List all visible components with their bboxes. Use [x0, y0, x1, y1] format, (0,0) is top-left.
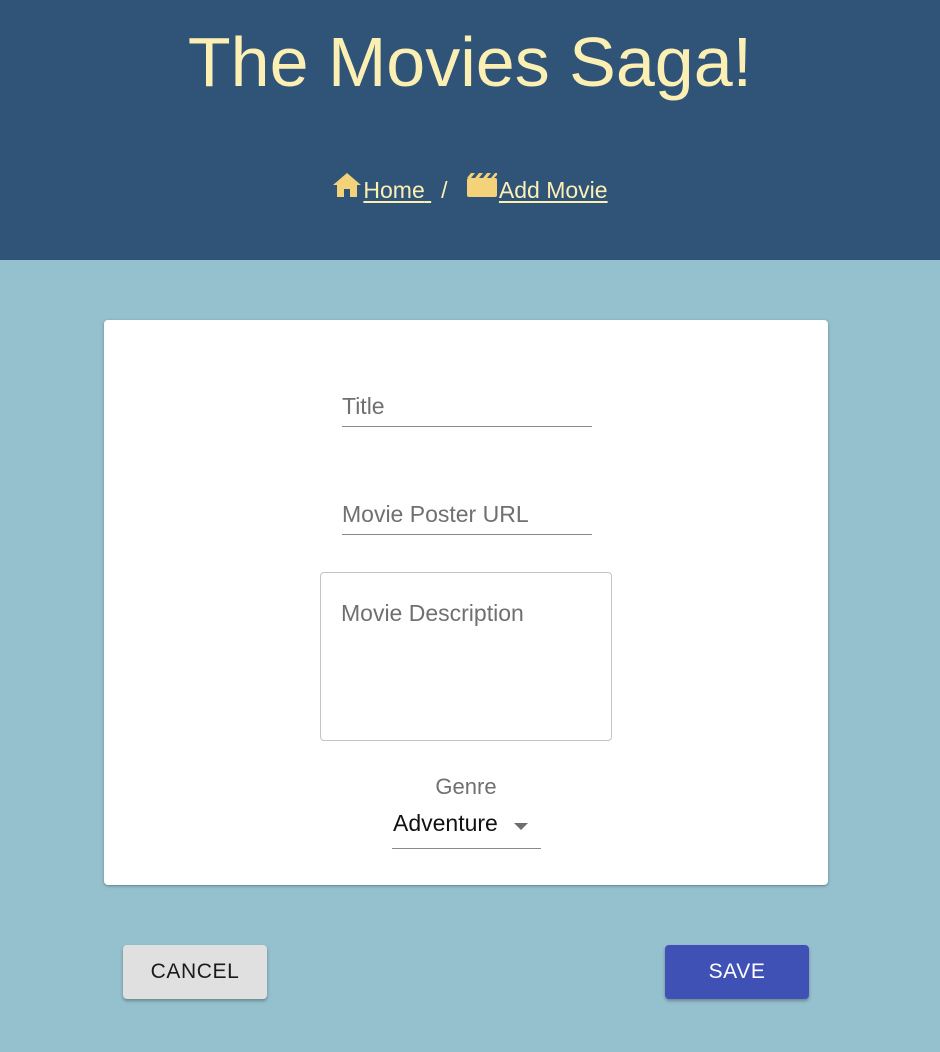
genre-selected-value: Adventure [393, 810, 498, 836]
description-field [320, 572, 612, 741]
title-input[interactable] [342, 387, 592, 426]
breadcrumb: Home / Add Movie [0, 172, 940, 208]
movie-clapperboard-icon [466, 172, 498, 198]
breadcrumb-home-link[interactable]: Home [332, 173, 431, 203]
cancel-button[interactable]: CANCEL [123, 945, 267, 999]
description-textarea[interactable] [321, 573, 611, 740]
poster-url-field [342, 495, 592, 535]
breadcrumb-add-movie-link[interactable]: Add Movie [466, 173, 608, 203]
breadcrumb-home-label: Home [363, 177, 425, 203]
poster-url-input[interactable] [342, 495, 592, 534]
breadcrumb-add-movie-label: Add Movie [498, 177, 608, 203]
add-movie-form-card: Genre Adventure [104, 320, 828, 885]
chevron-down-icon [514, 823, 528, 830]
save-button[interactable]: SAVE [665, 945, 809, 999]
home-icon [332, 172, 362, 198]
genre-label: Genre [435, 774, 497, 799]
breadcrumb-separator: / [441, 177, 448, 203]
app-header: The Movies Saga! Home / Add Movie [0, 0, 940, 260]
genre-select[interactable]: Adventure [392, 808, 541, 849]
title-field [342, 387, 592, 427]
app-title: The Movies Saga! [187, 23, 753, 101]
